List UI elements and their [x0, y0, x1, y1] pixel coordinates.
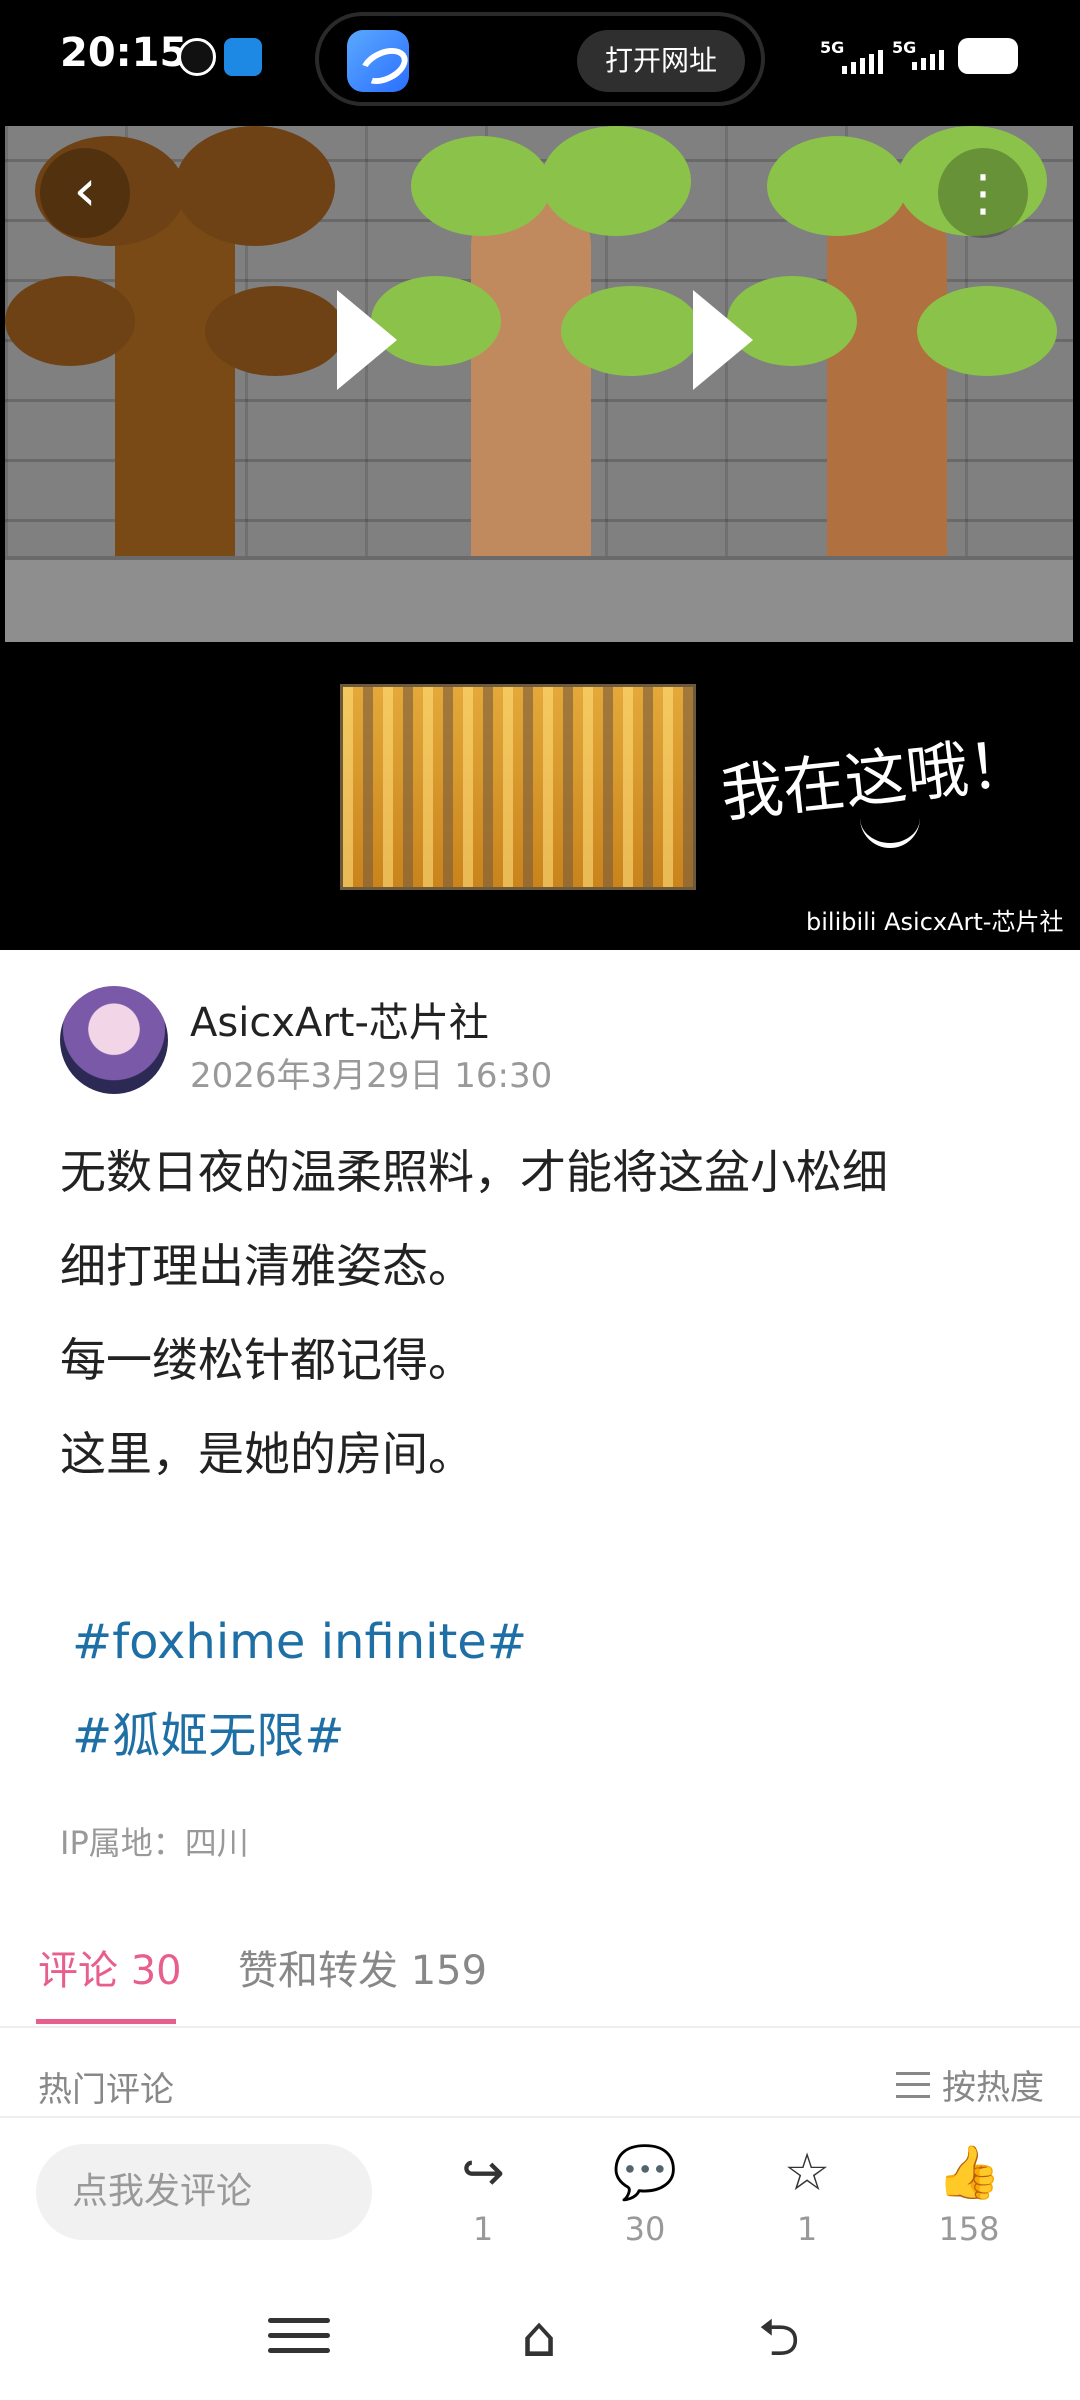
- arrow-right-icon: [337, 290, 397, 390]
- return-icon[interactable]: ⮌: [744, 2308, 814, 2368]
- comment-button[interactable]: 💬 30: [590, 2142, 700, 2248]
- post-text-line: 细打理出清雅姿态。: [60, 1239, 474, 1293]
- share-count: 1: [472, 2210, 494, 2248]
- post-text-line: 这里，是她的房间。: [60, 1427, 474, 1481]
- pixelated-thumbnail: [340, 684, 696, 890]
- star-icon: ☆: [783, 2143, 831, 2203]
- hashtag-link[interactable]: #狐姬无限#: [60, 1689, 1020, 1783]
- active-tab-indicator: [36, 2019, 176, 2024]
- avatar[interactable]: [60, 986, 168, 1094]
- favorite-count: 1: [796, 2210, 818, 2248]
- signal-label-1: 5G: [820, 38, 845, 57]
- menu-button[interactable]: [264, 2308, 334, 2368]
- divider: [0, 2026, 1080, 2028]
- more-options-button[interactable]: ⋮: [938, 148, 1028, 238]
- post-image[interactable]: ‹ ⋮ 我在这哦！ bilibili AsicxArt-芯片社: [0, 118, 1080, 950]
- signal-bars-1-icon: [842, 50, 883, 74]
- home-icon[interactable]: ⌂: [504, 2308, 574, 2368]
- hashtag-link[interactable]: #foxhime infinite#: [60, 1595, 1020, 1689]
- dynamic-island[interactable]: 打开网址: [315, 12, 765, 106]
- like-button[interactable]: 👍 158: [914, 2142, 1024, 2248]
- bonsai-color-panel: [361, 126, 717, 642]
- smiley-icon: [860, 808, 920, 848]
- post-text-line: 无数日夜的温柔照料，才能将这盆小松细: [60, 1145, 888, 1199]
- system-nav-bar: ⌂ ⮌: [0, 2280, 1080, 2400]
- share-button[interactable]: ↪ 1: [428, 2142, 538, 2248]
- comment-bubble-icon: 💬: [612, 2143, 678, 2203]
- status-time: 20:15: [60, 30, 188, 76]
- author-name[interactable]: AsicxArt-芯片社: [190, 990, 489, 1048]
- favorite-button[interactable]: ☆ 1: [752, 2142, 862, 2248]
- open-url-button[interactable]: 打开网址: [577, 30, 745, 92]
- qq-icon: [178, 38, 216, 76]
- back-button[interactable]: ‹: [40, 148, 130, 238]
- comment-count: 30: [624, 2210, 666, 2248]
- like-count: 158: [938, 2210, 1000, 2248]
- action-bar: 点我发评论 ↪ 1 💬 30 ☆ 1 👍 158: [0, 2116, 1080, 2278]
- hot-comments-title: 热门评论: [38, 2070, 174, 2110]
- share-icon: ↪: [461, 2143, 505, 2203]
- post-content: 无数日夜的温柔照料，才能将这盆小松细 细打理出清雅姿态。 每一缕松针都记得。 这…: [60, 1125, 1020, 1783]
- tab-comments[interactable]: 评论 30: [38, 1938, 182, 1996]
- battery-icon: [958, 38, 1018, 74]
- du-app-icon: [224, 38, 262, 76]
- thumbs-up-icon: 👍: [936, 2143, 1002, 2203]
- image-watermark: bilibili AsicxArt-芯片社: [806, 908, 1064, 936]
- sort-lines-icon: [896, 2071, 930, 2098]
- signal-bars-2-icon: [912, 50, 944, 70]
- ip-location: IP属地：四川: [60, 1824, 249, 1862]
- post-text-line: 每一缕松针都记得。: [60, 1333, 474, 1387]
- post-date: 2026年3月29日 16:30: [190, 1056, 553, 1096]
- bonsai-comparison-image: [5, 126, 1073, 642]
- status-bar: 20:15 打开网址 5G 5G: [0, 0, 1080, 118]
- arrow-right-icon: [693, 290, 753, 390]
- sort-label: 按热度: [942, 2068, 1044, 2108]
- tab-likes-shares[interactable]: 赞和转发 159: [238, 1938, 487, 1996]
- sort-by-hot-button[interactable]: 按热度: [896, 2060, 1044, 2109]
- comment-input[interactable]: 点我发评论: [36, 2144, 372, 2240]
- browser-app-icon: [347, 30, 409, 92]
